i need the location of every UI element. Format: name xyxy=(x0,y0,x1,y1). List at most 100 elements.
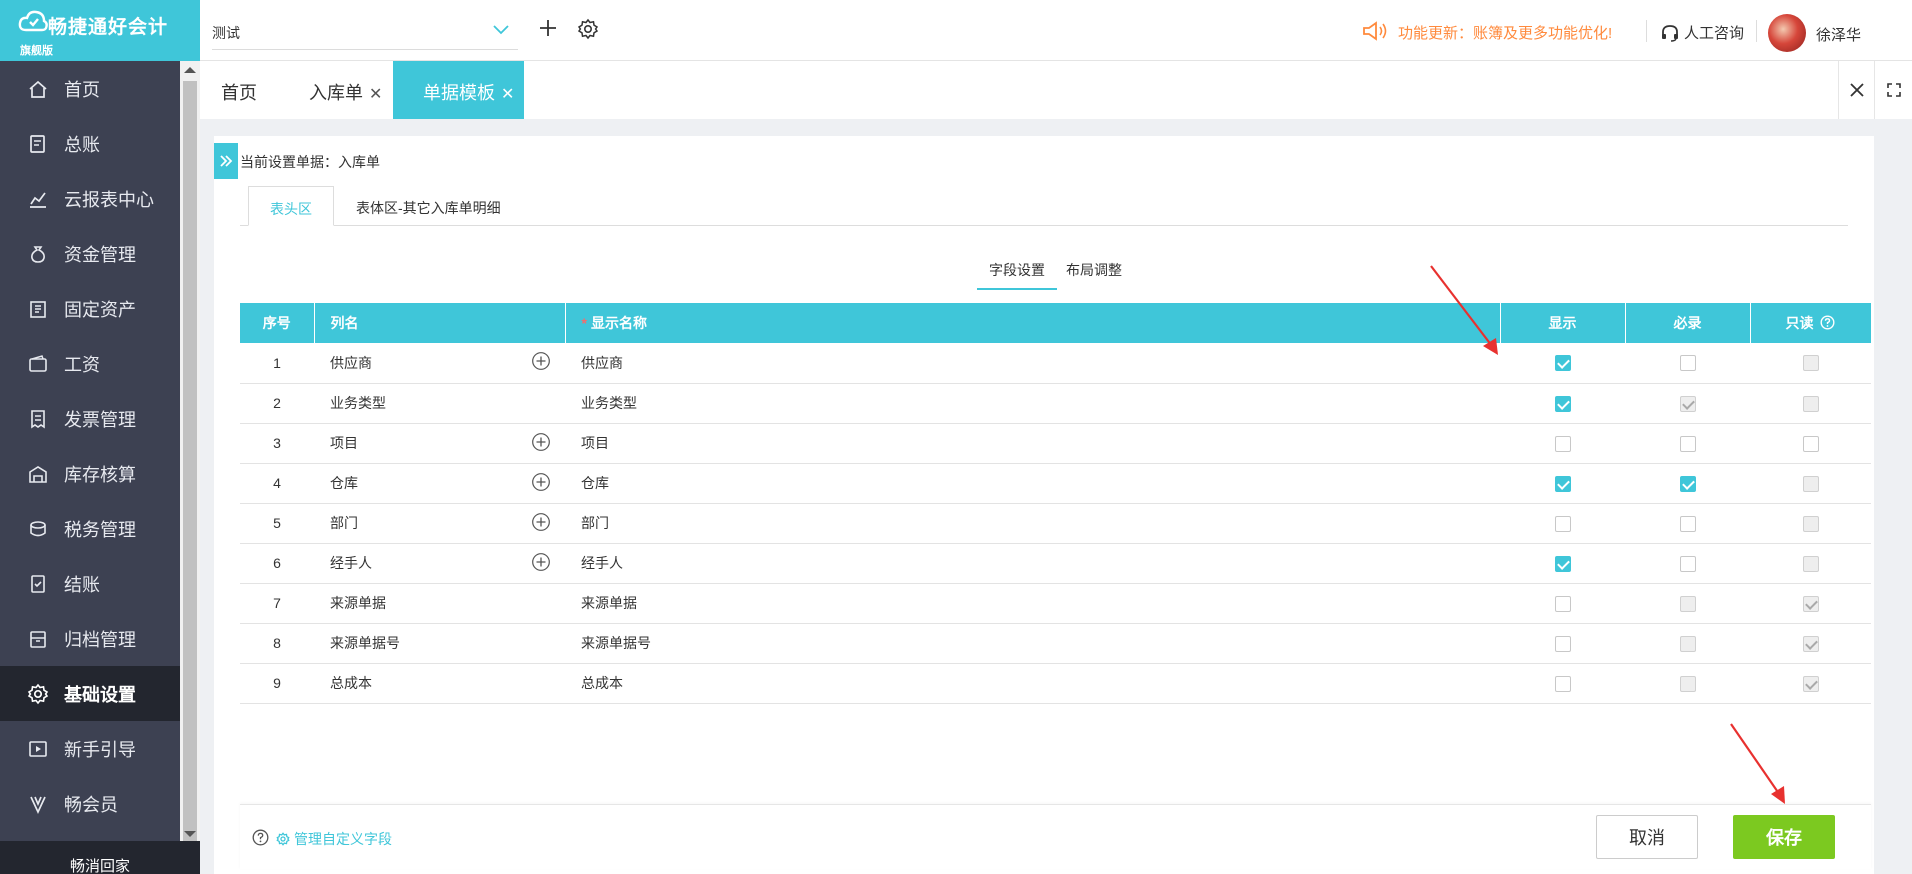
sidebar-item-wallet[interactable]: 工资 xyxy=(0,336,180,391)
sidebar-item-archive[interactable]: 归档管理 xyxy=(0,611,180,666)
show-checkbox[interactable] xyxy=(1554,515,1571,532)
row-display-name[interactable]: 经手人 xyxy=(565,543,1500,584)
account-select[interactable]: 测试 xyxy=(212,14,518,50)
row-display-name[interactable]: 供应商 xyxy=(565,343,1500,384)
header-display-name: * 显示名称 xyxy=(565,303,1501,343)
help-icon[interactable] xyxy=(1820,315,1835,330)
row-readonly-cell xyxy=(1750,583,1871,624)
header-seq: 序号 xyxy=(240,303,315,343)
add-circle-icon[interactable] xyxy=(531,552,551,572)
display-name-text: 部门 xyxy=(581,515,609,531)
edition-label: 旗舰版 xyxy=(20,45,53,57)
sidebar-item-invoice[interactable]: 发票管理 xyxy=(0,391,180,446)
sidebar-item-guide[interactable]: 新手引导 xyxy=(0,721,180,776)
manual-consult-link[interactable]: 人工咨询 xyxy=(1684,22,1744,43)
display-name-text: 总成本 xyxy=(581,675,623,691)
row-required-cell xyxy=(1625,423,1750,464)
column-name-text: 业务类型 xyxy=(330,395,386,411)
user-avatar[interactable] xyxy=(1768,14,1806,52)
sidebar-bottom-item[interactable]: 畅消回家 xyxy=(0,841,200,874)
required-checkbox[interactable] xyxy=(1679,515,1696,532)
help-circle-icon[interactable] xyxy=(252,829,269,846)
warehouse-icon xyxy=(26,462,50,486)
show-checkbox[interactable] xyxy=(1554,355,1571,372)
row-display-name[interactable]: 仓库 xyxy=(565,463,1500,504)
readonly-checkbox[interactable] xyxy=(1802,435,1819,452)
show-checkbox[interactable] xyxy=(1554,675,1571,692)
row-display-name[interactable]: 来源单据号 xyxy=(565,623,1500,664)
tab-body-area[interactable]: 表体区-其它入库单明细 xyxy=(356,186,501,226)
headset-icon xyxy=(1662,25,1678,42)
row-readonly-cell xyxy=(1750,623,1871,664)
sidebar-item-money-bag[interactable]: 资金管理 xyxy=(0,226,180,281)
close-icon[interactable]: ✕ xyxy=(369,86,382,103)
tab-layout-adjust[interactable]: 布局调整 xyxy=(1066,260,1122,288)
row-show-cell xyxy=(1500,463,1625,504)
row-display-name[interactable]: 总成本 xyxy=(565,663,1500,704)
show-checkbox[interactable] xyxy=(1554,395,1571,412)
fullscreen-icon xyxy=(1886,83,1901,97)
sidebar-item-checkout[interactable]: 结账 xyxy=(0,556,180,611)
row-readonly-cell xyxy=(1750,663,1871,704)
sidebar-item-home[interactable]: 首页 xyxy=(0,61,180,116)
sidebar-item-chart[interactable]: 云报表中心 xyxy=(0,171,180,226)
column-name-text: 来源单据号 xyxy=(330,635,400,651)
tab-field-settings[interactable]: 字段设置 xyxy=(977,260,1057,290)
username[interactable]: 徐泽华 xyxy=(1816,24,1861,45)
add-circle-icon[interactable] xyxy=(531,432,551,452)
show-checkbox[interactable] xyxy=(1554,555,1571,572)
required-checkbox[interactable] xyxy=(1679,355,1696,372)
app-logo[interactable]: 畅捷通好会计 旗舰版 xyxy=(0,0,200,61)
row-display-name[interactable]: 项目 xyxy=(565,423,1500,464)
add-circle-icon[interactable] xyxy=(531,512,551,532)
sidebar-scrollbar[interactable] xyxy=(180,61,200,846)
show-checkbox[interactable] xyxy=(1554,595,1571,612)
save-button[interactable]: 保存 xyxy=(1733,815,1835,859)
add-circle-icon[interactable] xyxy=(531,351,551,371)
row-column-name: 项目 xyxy=(314,423,565,464)
row-readonly-cell xyxy=(1750,423,1871,464)
row-column-name: 总成本 xyxy=(314,663,565,704)
update-notice-link[interactable]: 功能更新：账簿及更多功能优化! xyxy=(1398,22,1612,43)
column-name-text: 部门 xyxy=(330,515,358,531)
row-display-name[interactable]: 部门 xyxy=(565,503,1500,544)
required-checkbox[interactable] xyxy=(1679,475,1696,492)
readonly-checkbox xyxy=(1802,355,1819,372)
tab-home[interactable]: 首页 xyxy=(200,61,276,119)
scroll-up-icon[interactable] xyxy=(184,67,196,73)
sidebar-item-warehouse[interactable]: 库存核算 xyxy=(0,446,180,501)
row-required-cell xyxy=(1625,383,1750,424)
scroll-down-icon[interactable] xyxy=(184,831,196,837)
scroll-thumb[interactable] xyxy=(183,81,197,846)
sidebar-item-ledger[interactable]: 总账 xyxy=(0,116,180,171)
add-account-icon[interactable] xyxy=(538,18,558,38)
row-display-name[interactable]: 来源单据 xyxy=(565,583,1500,624)
settings-gear-icon[interactable] xyxy=(577,18,599,40)
required-checkbox xyxy=(1679,675,1696,692)
tab-doc-template[interactable]: 单据模板 ✕ xyxy=(393,61,524,119)
close-icon[interactable]: ✕ xyxy=(501,86,514,103)
tab-header-area[interactable]: 表头区 xyxy=(248,186,334,226)
cancel-button[interactable]: 取消 xyxy=(1596,815,1698,859)
megaphone-icon xyxy=(1363,21,1387,41)
sidebar-item-label: 云报表中心 xyxy=(64,189,154,210)
fullscreen-button[interactable] xyxy=(1874,61,1912,119)
show-checkbox[interactable] xyxy=(1554,475,1571,492)
expand-button[interactable] xyxy=(214,143,238,179)
tab-stock-in[interactable]: 入库单 ✕ xyxy=(284,61,392,119)
manage-custom-fields-link[interactable]: 管理自定义字段 xyxy=(276,829,392,849)
sidebar-item-label: 畅会员 xyxy=(64,794,118,815)
sidebar-item-tax[interactable]: 税务管理 xyxy=(0,501,180,556)
sidebar-item-asset[interactable]: 固定资产 xyxy=(0,281,180,336)
readonly-checkbox xyxy=(1802,555,1819,572)
show-checkbox[interactable] xyxy=(1554,635,1571,652)
sidebar-item-gear[interactable]: 基础设置 xyxy=(0,666,180,721)
required-checkbox[interactable] xyxy=(1679,555,1696,572)
close-all-tabs-button[interactable] xyxy=(1838,61,1874,119)
sidebar-item-vip[interactable]: 畅会员 xyxy=(0,776,180,831)
required-checkbox[interactable] xyxy=(1679,435,1696,452)
row-readonly-cell xyxy=(1750,383,1871,424)
show-checkbox[interactable] xyxy=(1554,435,1571,452)
row-display-name[interactable]: 业务类型 xyxy=(565,383,1500,424)
add-circle-icon[interactable] xyxy=(531,472,551,492)
